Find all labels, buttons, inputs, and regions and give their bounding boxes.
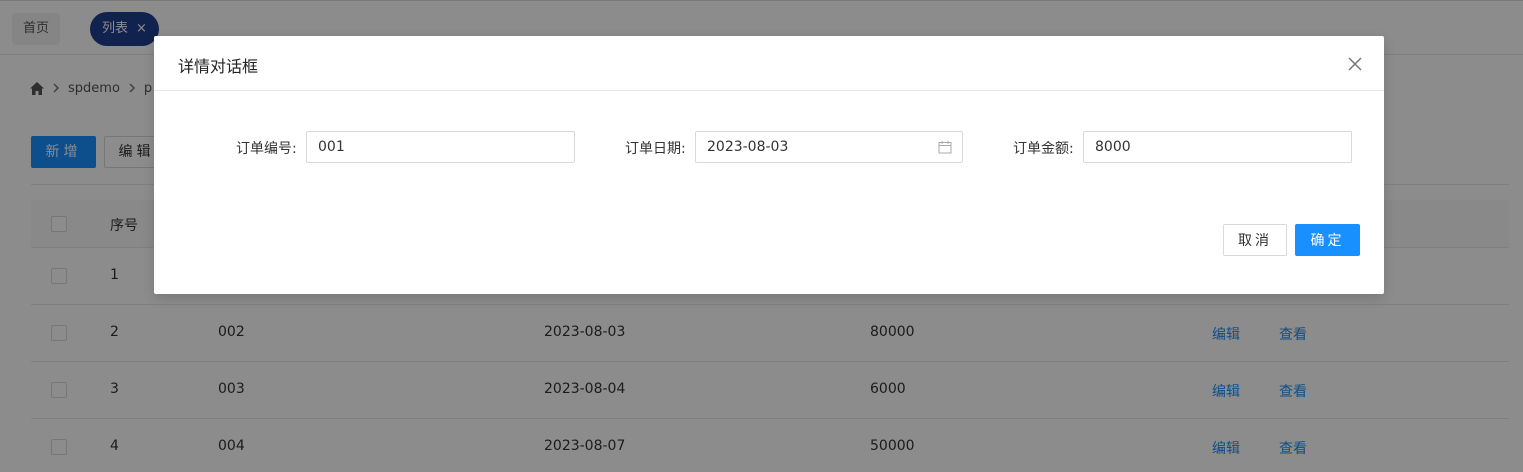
cancel-button[interactable]: 取消 bbox=[1223, 224, 1287, 256]
order-amount-input[interactable] bbox=[1083, 131, 1352, 163]
order-date-label: 订单日期: bbox=[625, 141, 686, 157]
dialog-title: 详情对话框 bbox=[178, 57, 259, 76]
order-no-label: 订单编号: bbox=[236, 141, 297, 157]
calendar-icon[interactable] bbox=[938, 140, 952, 154]
order-no-input[interactable] bbox=[306, 131, 575, 163]
confirm-button[interactable]: 确定 bbox=[1295, 224, 1360, 256]
order-date-input[interactable] bbox=[695, 131, 963, 163]
order-date-picker[interactable] bbox=[695, 131, 963, 163]
close-icon[interactable] bbox=[1340, 49, 1370, 79]
dialog-header: 详情对话框 bbox=[154, 36, 1384, 91]
order-amount-label: 订单金额: bbox=[1013, 141, 1074, 157]
detail-dialog: 详情对话框 订单编号: 订单日期: 订单金额: 取消 确定 bbox=[154, 36, 1384, 294]
